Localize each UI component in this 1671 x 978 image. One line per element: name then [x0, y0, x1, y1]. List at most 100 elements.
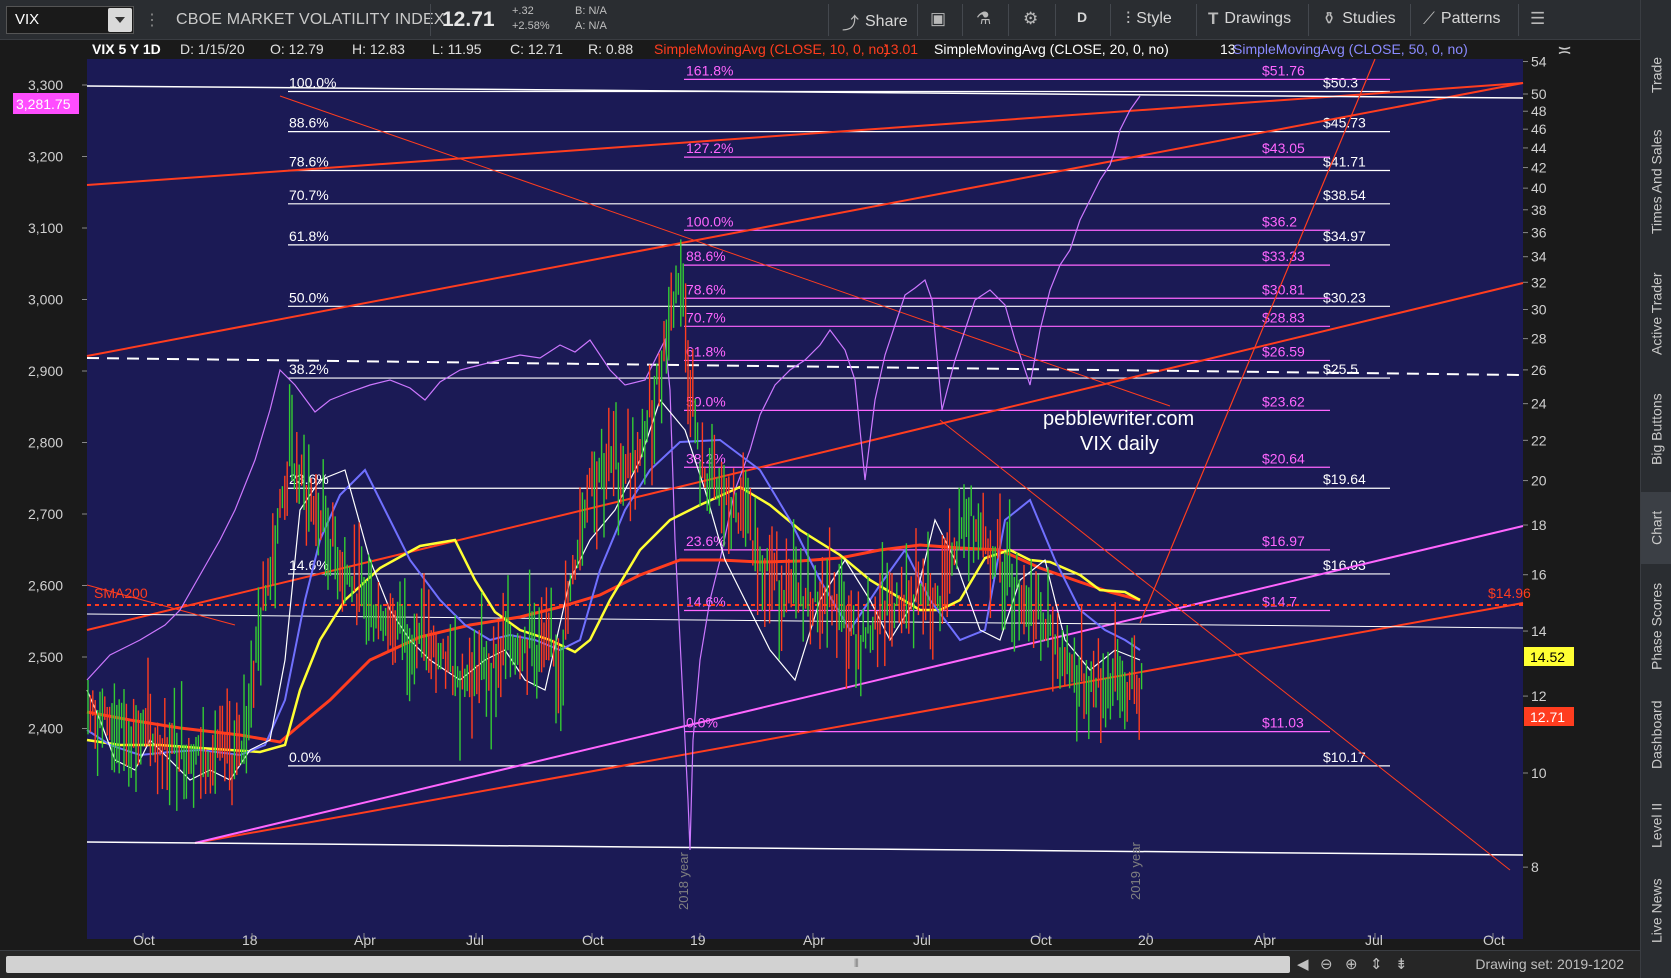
divider	[1008, 4, 1009, 36]
ohlc-low: L: 11.95	[432, 41, 482, 57]
net-change: +.32	[512, 5, 534, 17]
right-axis-label: 48	[1531, 103, 1547, 119]
flask-button[interactable]: ⚗	[976, 9, 991, 29]
bid-ask: B: N/A A: N/A	[575, 4, 607, 34]
sma10-value: 13.01	[883, 41, 918, 57]
x-axis-label: Apr	[1254, 932, 1276, 948]
symbol-dropdown-button[interactable]	[108, 8, 132, 32]
right-axis-label: 44	[1531, 140, 1547, 156]
right-axis-label: 36	[1531, 225, 1547, 241]
aggregation-button[interactable]: D	[1077, 9, 1087, 25]
sma20-label: SimpleMovingAvg (CLOSE, 20, 0, no)	[934, 41, 1169, 57]
left-axis-label: 3,200	[28, 149, 63, 165]
left-axis-label: 3,300	[28, 77, 63, 93]
last-price: 12.71	[442, 8, 495, 31]
left-axis-panel	[0, 59, 87, 939]
footer-bar: ⦀ ◀ ⊖ ⊕ ⇕ ⇟ Drawing set: 2019-1202	[0, 950, 1640, 978]
sidebar-tab-level-ii[interactable]: Level II	[1641, 790, 1671, 860]
ask-value: A: N/A	[575, 20, 607, 32]
scroll-grip-icon[interactable]: ⦀	[854, 958, 859, 971]
ohlc-high: H: 12.83	[352, 41, 405, 57]
fib-pink-pct: 161.8%	[686, 62, 733, 78]
left-axis-label: 2,900	[28, 363, 63, 379]
left-axis-label: 3,000	[28, 292, 63, 308]
right-axis-label: 34	[1531, 249, 1547, 265]
divider	[1055, 4, 1056, 36]
zoom-in-icon[interactable]: ⊕	[1345, 955, 1358, 973]
right-axis-label: 26	[1531, 362, 1547, 378]
divider	[828, 4, 829, 36]
year-2018-label: 2018 year	[676, 852, 691, 910]
beaker-icon: ⚱	[1322, 9, 1337, 28]
flask-icon: ⚗	[976, 9, 992, 28]
right-axis-label: 40	[1531, 180, 1547, 196]
fib-white-pct: 38.2%	[289, 361, 329, 377]
share-label: Share	[865, 12, 908, 30]
percent-change: +2.58%	[512, 20, 550, 32]
left-axis-label: 2,500	[28, 649, 63, 665]
zoom-fit-icon[interactable]: ⇕	[1370, 955, 1383, 973]
drawings-button[interactable]: T Drawings	[1208, 9, 1291, 29]
study-legend: VIX 5 Y 1D D: 1/15/20 O: 12.79 H: 12.83 …	[92, 41, 1468, 57]
patterns-button[interactable]: ⟋ Patterns	[1423, 9, 1501, 29]
studies-button[interactable]: ⚱ Studies	[1322, 9, 1396, 29]
sidebar-tab-times-and-sales[interactable]: Times And Sales	[1641, 112, 1671, 252]
sma10-label: SimpleMovingAvg (CLOSE, 10, 0, no)	[654, 41, 889, 57]
x-axis-label: Apr	[354, 932, 376, 948]
menu-button[interactable]: ☰	[1530, 9, 1545, 29]
share-button[interactable]: ⤴ Share	[842, 9, 908, 34]
fib-pink-value: $30.81	[1262, 281, 1305, 297]
fib-pink-pct: 78.6%	[686, 281, 726, 297]
sidebar-tab-active-trader[interactable]: Active Trader	[1641, 256, 1671, 372]
sidebar-tab-chart[interactable]: Chart	[1641, 492, 1671, 564]
screenshot-button[interactable]: ▣	[930, 9, 946, 29]
collapse-icon[interactable]: ≍	[1557, 40, 1572, 60]
x-axis-label: Oct	[1030, 932, 1052, 948]
chart-svg[interactable]: VIX 5 Y 1D D: 1/15/20 O: 12.79 H: 12.83 …	[0, 40, 1640, 950]
right-axis-label: 10	[1531, 765, 1547, 781]
sidebar-tab-trade[interactable]: Trade	[1641, 40, 1671, 110]
divider	[962, 4, 963, 36]
divider	[430, 4, 431, 36]
link-icon[interactable]: ⋮	[144, 10, 160, 30]
fib-white-value: $19.64	[1323, 471, 1366, 487]
settings-button[interactable]: ⚙	[1023, 9, 1038, 29]
sidebar-tab-phase-scores[interactable]: Phase Scores	[1641, 570, 1671, 682]
fib-white-pct: 78.6%	[289, 153, 329, 169]
right-axis-label: 46	[1531, 121, 1547, 137]
fib-pink-value: $28.83	[1262, 309, 1305, 325]
menu-icon: ☰	[1530, 9, 1546, 28]
fib-pink-value: $23.62	[1262, 393, 1305, 409]
zoom-out-icon[interactable]: ⊖	[1320, 955, 1333, 973]
camera-icon: ▣	[930, 9, 947, 28]
divider	[917, 4, 918, 36]
fib-pink-value: $43.05	[1262, 140, 1305, 156]
patterns-label: Patterns	[1440, 10, 1501, 27]
sidebar-tab-live-news[interactable]: Live News	[1641, 866, 1671, 956]
sidebar-tab-big-buttons[interactable]: Big Buttons	[1641, 376, 1671, 482]
style-button[interactable]: ⫶ Style	[1126, 9, 1172, 29]
chart-title: VIX 5 Y 1D	[92, 41, 161, 57]
drawing-tools-icon[interactable]: ⇟	[1395, 955, 1408, 973]
chart-area[interactable]: VIX 5 Y 1D D: 1/15/20 O: 12.79 H: 12.83 …	[0, 40, 1640, 960]
divider	[1110, 4, 1111, 36]
watermark-line1: pebblewriter.com	[1043, 408, 1194, 430]
share-icon: ⤴	[842, 14, 859, 33]
fib-pink-value: $20.64	[1262, 450, 1305, 466]
fib-pink-pct: 50.0%	[686, 393, 726, 409]
fib-white-value: $50.3	[1323, 74, 1358, 90]
top-toolbar: VIX ⋮ CBOE MARKET VOLATILITY INDEX 12.71…	[0, 0, 1640, 40]
right-axis-label: 24	[1531, 396, 1547, 412]
x-axis-label: Jul	[913, 932, 931, 948]
text-t-icon: T	[1208, 9, 1219, 28]
horizontal-scrollbar[interactable]: ⦀	[6, 956, 1290, 973]
right-axis-label: 22	[1531, 432, 1547, 448]
fib-pink-value: $51.76	[1262, 62, 1305, 78]
ohlc-close: C: 12.71	[510, 41, 563, 57]
right-axis-label: 54	[1531, 54, 1547, 70]
sma-price-tag-text: 14.52	[1530, 649, 1565, 665]
sidebar-tab-dashboard[interactable]: Dashboard	[1641, 688, 1671, 782]
scroll-left-icon[interactable]: ◀	[1297, 955, 1309, 973]
fib-white-value: $25.5	[1323, 361, 1358, 377]
fib-pink-pct: 70.7%	[686, 309, 726, 325]
